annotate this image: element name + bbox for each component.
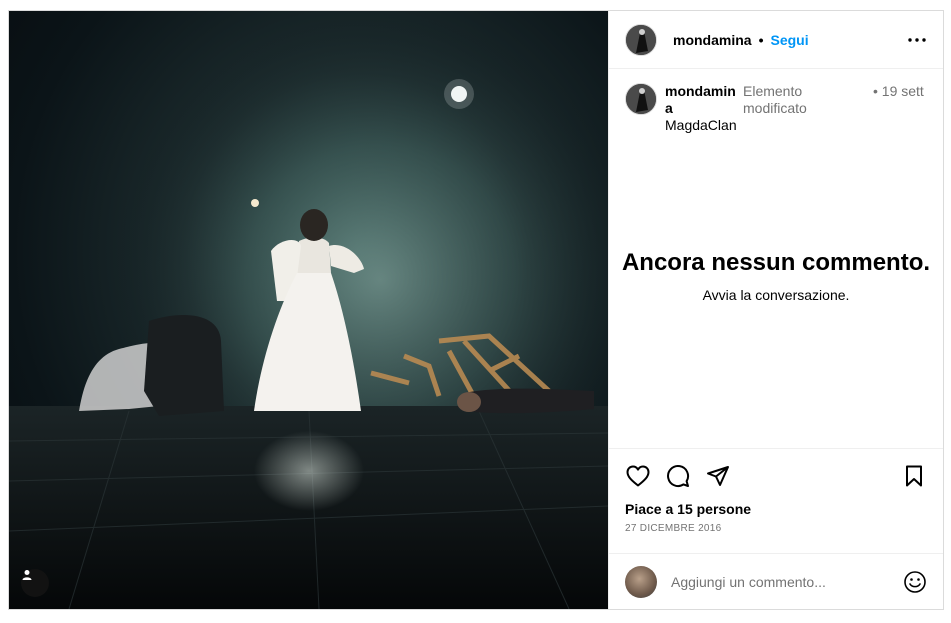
comment-input[interactable] (671, 573, 903, 590)
caption-avatar[interactable] (625, 83, 657, 115)
user-icon (22, 570, 32, 580)
stage-photo-illustration (9, 11, 608, 609)
comment-bar (609, 553, 943, 609)
follow-button[interactable]: Segui (770, 32, 808, 48)
likes-count[interactable]: Piace a 15 persone (625, 501, 927, 517)
no-comments-section: Ancora nessun commento. Avvia la convers… (609, 134, 943, 448)
caption-date[interactable]: • 19 sett (873, 83, 924, 134)
author-avatar[interactable] (625, 23, 657, 56)
tagged-users-button[interactable] (21, 569, 49, 597)
no-comments-subtitle: Avvia la conversazione. (702, 287, 850, 303)
comment-icon[interactable] (665, 463, 691, 489)
caption-author[interactable]: mondamina MagdaClan (665, 83, 739, 134)
avatar-image (626, 24, 656, 55)
actions-section: Piace a 15 persone 27 DICEMBRE 2016 (609, 448, 943, 553)
bookmark-icon[interactable] (901, 463, 927, 489)
author-username[interactable]: mondamina (673, 32, 752, 48)
post-container: mondamina • Segui mondamina MagdaClan El… (8, 10, 944, 610)
separator-dot: • (758, 31, 764, 48)
emoji-icon[interactable] (903, 570, 927, 594)
action-bar (625, 461, 927, 491)
current-user-avatar (625, 565, 657, 598)
send-icon[interactable] (705, 463, 731, 489)
post-header: mondamina • Segui (609, 11, 943, 69)
caption-row: mondamina MagdaClan Elemento modificato … (609, 69, 943, 134)
post-sidebar: mondamina • Segui mondamina MagdaClan El… (608, 11, 943, 609)
avatar-image (626, 84, 656, 114)
no-comments-title: Ancora nessun commento. (621, 249, 931, 276)
caption-edited-label: Elemento modificato (743, 83, 807, 116)
post-date[interactable]: 27 DICEMBRE 2016 (625, 523, 927, 534)
post-image[interactable] (9, 11, 608, 609)
heart-icon[interactable] (625, 463, 651, 489)
caption-text-mention: MagdaClan (665, 117, 737, 133)
caption-username[interactable]: mondamina (665, 83, 736, 116)
more-options-icon[interactable] (905, 28, 929, 52)
